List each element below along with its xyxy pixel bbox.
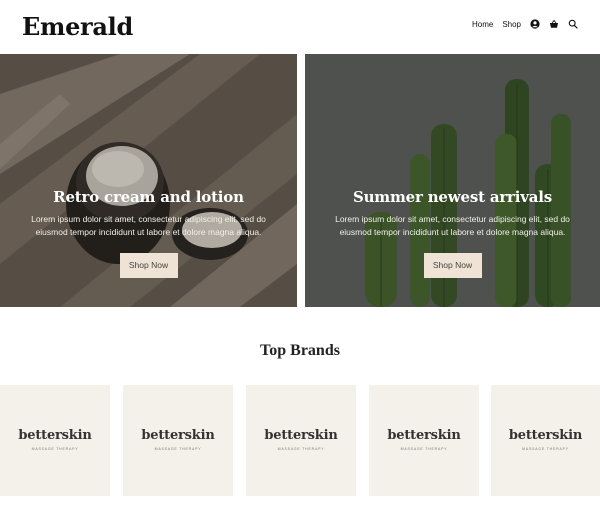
hero-description: Lorem ipsum dolor sit amet, consectetur … <box>335 214 570 237</box>
hero-title: Summer newest arrivals <box>352 188 553 206</box>
account-icon[interactable] <box>530 19 540 29</box>
brand-logo-text: betterskin <box>264 428 338 443</box>
brand-logo-text: betterskin <box>508 428 583 443</box>
nav-home-link[interactable]: Home <box>472 20 493 29</box>
hero-description: Lorem ipsum dolor sit amet, consectetur … <box>31 214 266 237</box>
site-header: Emerald Home Shop <box>0 0 600 54</box>
top-brands-heading: Top Brands <box>260 342 340 359</box>
hero-content: Retro cream and lotion Lorem ipsum dolor… <box>0 188 297 278</box>
main-nav: Home Shop <box>472 19 578 29</box>
brand-card[interactable]: betterskin MASSAGE THERAPY <box>491 385 600 496</box>
brand-card[interactable]: betterskin MASSAGE THERAPY <box>369 385 479 496</box>
hero-title: Retro cream and lotion <box>53 188 244 206</box>
site-logo[interactable]: Emerald <box>22 12 133 41</box>
brand-logo-text: betterskin <box>18 428 92 443</box>
brand-list: betterskin MASSAGE THERAPY betterskin MA… <box>0 385 600 496</box>
hero-content: Summer newest arrivals Lorem ipsum dolor… <box>305 188 600 278</box>
brand-logo-text: betterskin <box>387 428 461 443</box>
brand-card[interactable]: betterskin MASSAGE THERAPY <box>123 385 233 496</box>
brand-tagline: MASSAGE THERAPY <box>31 447 79 451</box>
brand-tagline: MASSAGE THERAPY <box>400 447 448 451</box>
brand-card[interactable]: betterskin MASSAGE THERAPY <box>246 385 356 496</box>
hero-banner-summer: Summer newest arrivals Lorem ipsum dolor… <box>305 54 600 307</box>
shop-now-button[interactable]: Shop Now <box>423 253 482 278</box>
hero-banner-cream: Retro cream and lotion Lorem ipsum dolor… <box>0 54 297 307</box>
basket-icon[interactable] <box>549 19 559 29</box>
search-icon[interactable] <box>568 19 578 29</box>
brand-tagline: MASSAGE THERAPY <box>154 447 202 451</box>
brand-tagline: MASSAGE THERAPY <box>522 447 569 451</box>
brand-tagline: MASSAGE THERAPY <box>277 447 325 451</box>
brand-card[interactable]: betterskin MASSAGE THERAPY <box>0 385 110 496</box>
shop-now-button[interactable]: Shop Now <box>119 253 178 278</box>
nav-shop-link[interactable]: Shop <box>502 20 521 29</box>
brand-logo-text: betterskin <box>141 428 215 443</box>
